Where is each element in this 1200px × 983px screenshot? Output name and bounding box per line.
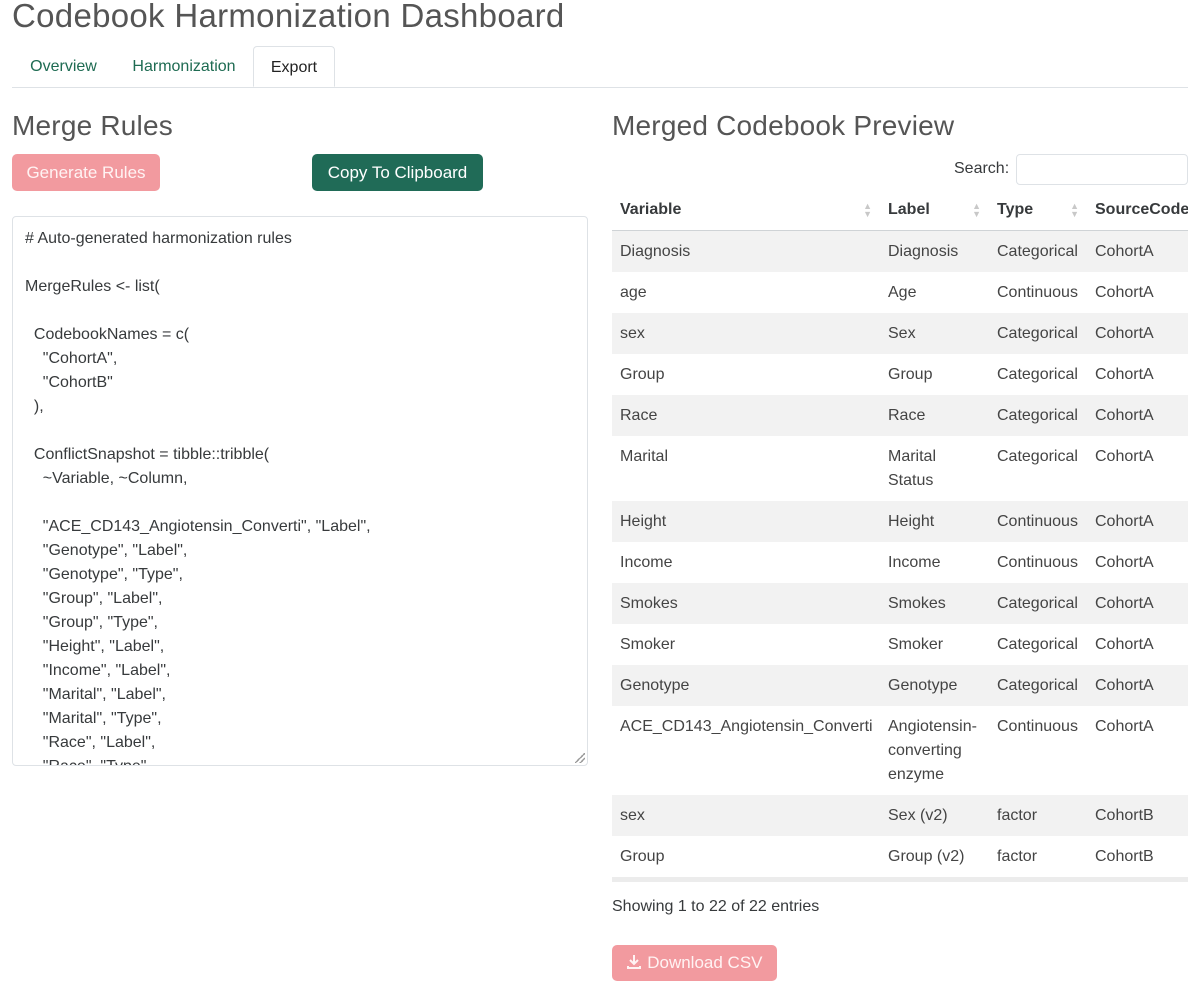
table-row: sex Sex (v2) factor CohortB — [612, 795, 1188, 836]
copy-to-clipboard-button[interactable]: Copy To Clipboard — [312, 154, 483, 191]
table-info: Showing 1 to 22 of 22 entries — [612, 898, 820, 915]
table-cell: Smokes — [612, 583, 880, 624]
download-csv-button[interactable]: Download CSV — [612, 945, 777, 981]
table-row: age Age Continuous CohortA — [612, 272, 1188, 313]
table-cell: CohortA — [1087, 665, 1188, 706]
table-cell: Marital — [620, 448, 669, 465]
table-row: Income Income Continuous CohortA — [612, 542, 1188, 583]
table-cell: Diagnosis — [880, 230, 989, 272]
generate-rules-button[interactable]: Generate Rules — [12, 154, 160, 191]
table-cell: CohortA — [1087, 501, 1188, 542]
table-cell: Race — [612, 395, 880, 436]
table-row: Genotype Genotype Categorical CohortA — [612, 665, 1188, 706]
table-cell: CohortB — [1095, 848, 1154, 865]
table-row: ACE_CD143_Angiotensin_Converti Angiotensi… — [612, 706, 1188, 795]
table-cell: CohortA — [1087, 313, 1188, 354]
table-cell: Categorical — [989, 230, 1087, 272]
table-cell: Continuous — [989, 501, 1087, 542]
table-cell: Group (v2) — [888, 848, 965, 865]
table-cell: Smokes — [880, 583, 989, 624]
table-cell: CohortA — [1087, 395, 1188, 436]
table-cell: Height — [880, 501, 989, 542]
table-cell: CohortB — [1087, 795, 1188, 836]
table-cell: CohortA — [1095, 636, 1154, 653]
table-cell: Categorical — [989, 665, 1087, 706]
table-row: Group Group (v2) factor CohortB — [612, 836, 1188, 877]
table-cell: CohortA — [1095, 448, 1154, 465]
table-cell: Continuous — [997, 554, 1078, 571]
table-cell: CohortA — [1095, 284, 1154, 301]
table-row: sex Sex Categorical CohortA — [612, 313, 1188, 354]
merge-rules-textarea[interactable]: # Auto-generated harmonization rules Mer… — [12, 216, 588, 766]
tab-bar: Overview Harmonization Export — [12, 46, 1188, 88]
table-row: Marital Marital Status Categorical CohortA — [612, 436, 1188, 501]
table-cell: CohortA — [1087, 583, 1188, 624]
preview-title: Merged Codebook Preview — [612, 110, 955, 141]
table-scrollbar[interactable] — [612, 877, 1188, 882]
table-cell: Sex (v2) — [880, 795, 989, 836]
table-cell: Diagnosis — [612, 230, 880, 272]
column-header-sourcecodebook[interactable]: SourceCodebook — [1087, 190, 1188, 231]
table-cell: Income — [620, 554, 673, 571]
sort-icon: ▲ ▼ — [863, 201, 872, 219]
table-row: Group Group Categorical CohortA — [612, 354, 1188, 395]
table-cell: sex — [612, 313, 880, 354]
table-cell: Marital Status — [888, 448, 937, 489]
resize-grip-icon[interactable] — [575, 753, 585, 763]
page-title: Codebook Harmonization Dashboard — [12, 0, 565, 34]
table-cell: Angiotensin-converting enzyme — [888, 718, 977, 783]
table-cell: Genotype — [880, 665, 989, 706]
table-row: Diagnosis Diagnosis Categorical CohortA — [612, 230, 1188, 272]
table-cell: CohortA — [1087, 230, 1188, 272]
table-cell: Continuous — [997, 284, 1078, 301]
download-csv-label: Download CSV — [647, 953, 763, 972]
table-row: Height Height Continuous CohortA — [612, 501, 1188, 542]
table-cell: factor — [997, 848, 1038, 865]
table-cell: CohortA — [1095, 554, 1154, 571]
table-cell: Group — [620, 366, 665, 383]
table-cell: Categorical — [997, 448, 1078, 465]
column-header-type[interactable]: Type ▲ ▼ — [989, 190, 1087, 231]
table-cell: Categorical — [997, 366, 1078, 383]
table-cell: CohortA — [1095, 718, 1154, 735]
table-cell: Categorical — [989, 583, 1087, 624]
table-cell: factor — [989, 795, 1087, 836]
merge-rules-code: # Auto-generated harmonization rules Mer… — [25, 230, 371, 765]
table-cell: age — [620, 284, 647, 301]
column-header-label[interactable]: Label ▲ ▼ — [880, 190, 989, 231]
table-cell: Age — [888, 284, 917, 301]
search-label: Search: — [954, 160, 1010, 177]
search-input[interactable] — [1016, 154, 1188, 185]
sort-icon: ▲ ▼ — [1070, 201, 1079, 219]
table-cell: Income — [888, 554, 941, 571]
table-cell: Smoker — [888, 636, 944, 653]
table-cell: ACE_CD143_Angiotensin_Converti — [620, 718, 873, 735]
table-cell: Group — [888, 366, 933, 383]
table-cell: Height — [612, 501, 880, 542]
table-row: Race Race Categorical CohortA — [612, 395, 1188, 436]
table-cell: Group — [620, 848, 665, 865]
table-cell: Continuous — [997, 718, 1078, 735]
table-cell: sex — [612, 795, 880, 836]
table-cell: Categorical — [989, 313, 1087, 354]
tab-export[interactable]: Export — [253, 46, 335, 87]
merge-rules-title: Merge Rules — [12, 110, 173, 141]
table-cell: CohortA — [1095, 366, 1154, 383]
table-cell: Smoker — [620, 636, 676, 653]
sort-icon: ▲ ▼ — [972, 201, 981, 219]
table-cell: Genotype — [612, 665, 880, 706]
table-cell: Categorical — [989, 395, 1087, 436]
tab-overview[interactable]: Overview — [12, 46, 115, 87]
table-cell: Categorical — [997, 636, 1078, 653]
tab-harmonization[interactable]: Harmonization — [115, 46, 253, 87]
column-header-variable[interactable]: Variable ▲ ▼ — [612, 190, 880, 231]
table-cell: Race — [880, 395, 989, 436]
download-icon — [626, 947, 642, 983]
table-row: Smoker Smoker Categorical CohortA — [612, 624, 1188, 665]
table-cell: Sex — [880, 313, 989, 354]
merged-codebook-table: Variable▲▼ Label▲▼ Type▲▼ SourceCodebook… — [612, 190, 1188, 882]
table-row: Smokes Smokes Categorical CohortA — [612, 583, 1188, 624]
